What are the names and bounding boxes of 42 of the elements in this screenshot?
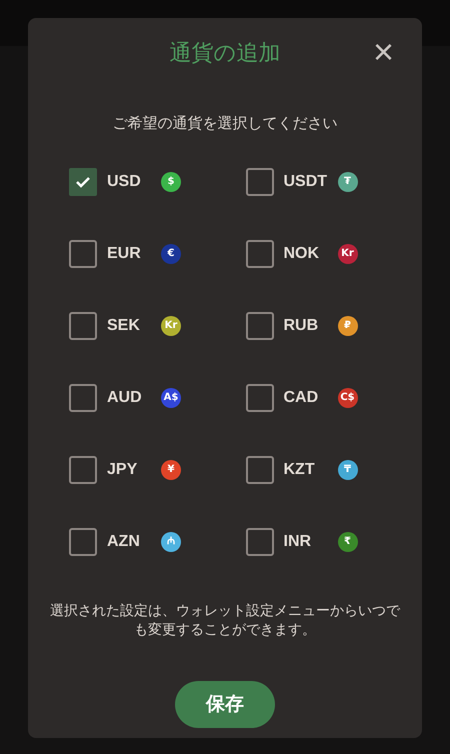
subtitle: ご希望の通貨を選択してください: [112, 113, 338, 134]
currency-symbol: A$: [161, 388, 181, 408]
currency-code: INR: [284, 532, 312, 552]
currency-code: USDT: [284, 172, 328, 192]
currency-symbol: $: [161, 172, 181, 192]
currency-code: KZT: [284, 460, 316, 480]
currency-symbol: ¥: [161, 460, 181, 480]
currency-code: NOK: [284, 244, 320, 264]
currency-symbol: Kr: [338, 244, 358, 264]
checkbox[interactable]: [69, 528, 97, 556]
currency-symbol: ₹: [338, 532, 358, 552]
checkbox[interactable]: [246, 528, 274, 556]
checkbox[interactable]: [246, 384, 274, 412]
checkbox[interactable]: [246, 456, 274, 484]
note-text: 選択された設定は、ウォレット設定メニューからいつでも変更することができます。: [49, 602, 402, 640]
check-icon: [75, 176, 91, 188]
checkbox[interactable]: [246, 240, 274, 268]
currency-code: USD: [107, 172, 142, 192]
currency-code: AUD: [107, 388, 143, 408]
currency-symbol: ₼: [161, 532, 181, 552]
currency-code: CAD: [284, 388, 320, 408]
close-button[interactable]: ×: [372, 34, 394, 70]
currency-code: SEK: [107, 316, 141, 336]
currency-code: RUB: [284, 316, 320, 336]
currency-code: JPY: [107, 460, 138, 480]
checkbox[interactable]: [69, 240, 97, 268]
checkbox[interactable]: [69, 168, 97, 196]
currency-symbol: ₽: [338, 316, 358, 336]
dialog-title: 通貨の追加: [170, 40, 280, 68]
currency-code: EUR: [107, 244, 142, 264]
save-button[interactable]: 保存: [175, 681, 275, 728]
checkbox[interactable]: [246, 312, 274, 340]
currency-code: AZN: [107, 532, 141, 552]
checkbox[interactable]: [69, 312, 97, 340]
currency-symbol: ₸: [338, 460, 358, 480]
checkbox[interactable]: [246, 168, 274, 196]
currency-symbol: €: [161, 244, 181, 264]
checkbox[interactable]: [69, 456, 97, 484]
checkbox[interactable]: [69, 384, 97, 412]
currency-symbol: ₮: [338, 172, 358, 192]
currency-symbol: C$: [338, 388, 358, 408]
currency-symbol: Kr: [161, 316, 181, 336]
